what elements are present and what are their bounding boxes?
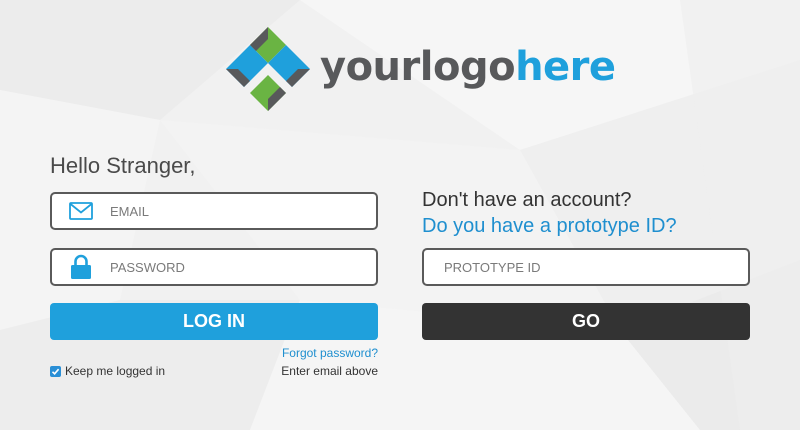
password-input[interactable] [94, 250, 376, 284]
forgot-hint: Enter email above [281, 364, 378, 378]
checkmark-icon [51, 368, 60, 375]
password-field[interactable] [50, 248, 378, 286]
keep-logged-in-checkbox[interactable] [50, 365, 61, 377]
forgot-password-link[interactable]: Forgot password? [282, 346, 378, 360]
no-account-text: Don't have an account? [422, 189, 632, 211]
keep-logged-in[interactable]: Keep me logged in [50, 364, 165, 378]
envelope-icon [68, 198, 94, 224]
diamond-logo-icon [226, 27, 310, 111]
prototype-id-field[interactable] [422, 248, 750, 286]
logo-text-main: yourlogo [320, 44, 516, 90]
login-button[interactable]: LOG IN [50, 303, 378, 340]
go-button[interactable]: GO [422, 303, 750, 340]
logo: yourlogohere [226, 27, 616, 111]
email-input[interactable] [94, 194, 376, 228]
logo-text: yourlogohere [320, 47, 616, 87]
prototype-question: Do you have a prototype ID? [422, 215, 677, 237]
logo-text-accent: here [515, 44, 616, 90]
keep-logged-in-label: Keep me logged in [65, 364, 166, 378]
greeting: Hello Stranger, [50, 153, 196, 178]
prototype-id-input[interactable] [424, 250, 748, 284]
lock-icon [68, 254, 94, 280]
email-field[interactable] [50, 192, 378, 230]
